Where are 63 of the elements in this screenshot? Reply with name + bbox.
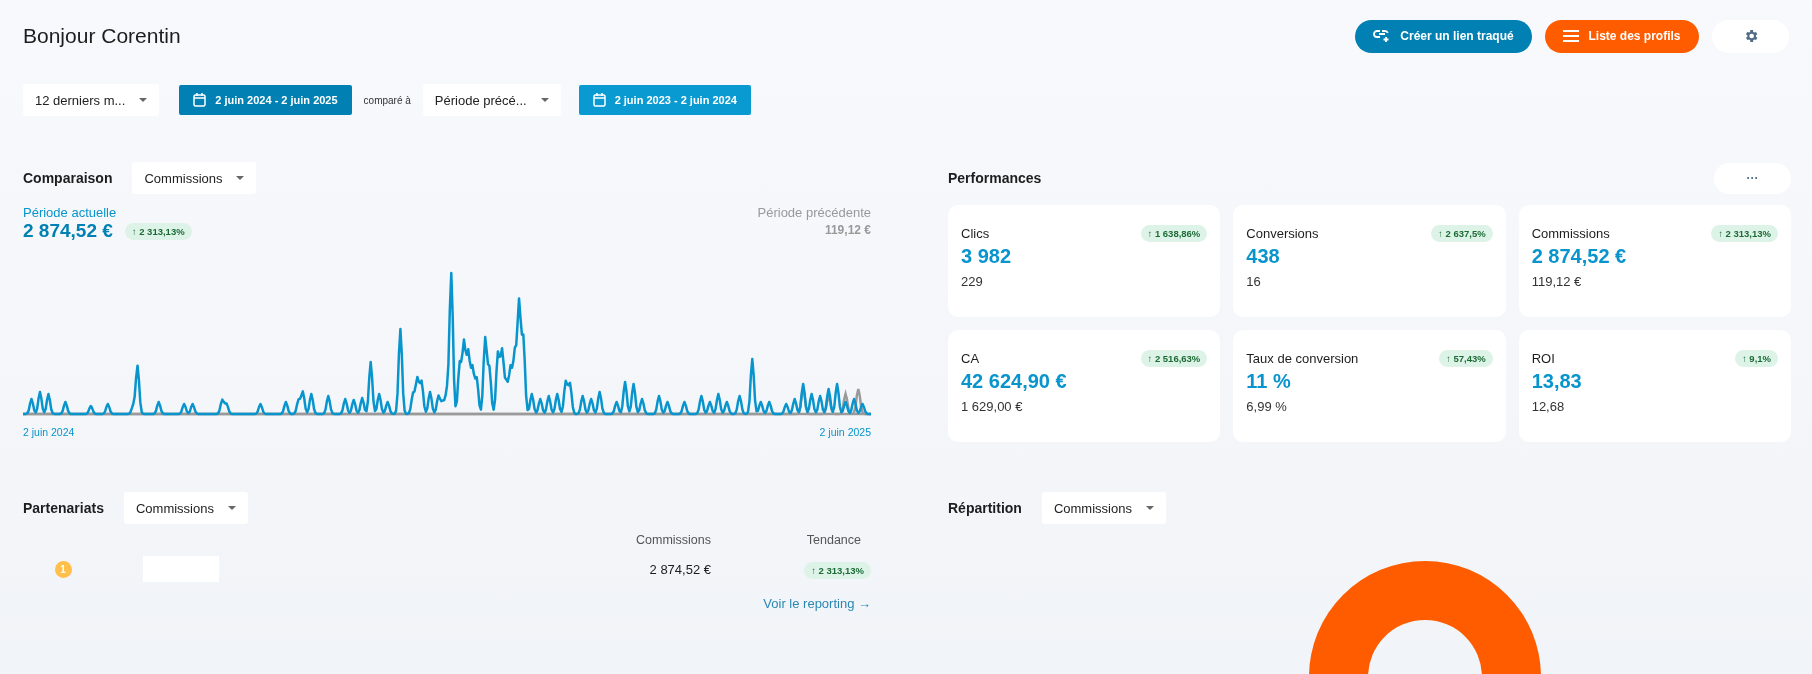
current-period-value: 2 874,52 € bbox=[23, 220, 113, 242]
trend-badge: ↑ 2 313,13% bbox=[1711, 225, 1778, 242]
metric-label: Clics bbox=[961, 226, 990, 241]
previous-period-value: 119,12 € bbox=[823, 223, 871, 237]
metric-previous-value: 12,68 bbox=[1531, 399, 1566, 414]
metric-value: 3 982 bbox=[961, 245, 1013, 268]
metric-label: Commissions bbox=[1531, 226, 1610, 241]
trend-badge: ↑ 9,1% bbox=[1734, 350, 1778, 367]
metric-previous-value: 1 629,00 € bbox=[961, 399, 1024, 414]
profiles-list-button[interactable]: Liste des profils bbox=[1545, 19, 1699, 53]
metric-previous-value: 16 bbox=[1246, 274, 1262, 289]
caret-icon bbox=[1145, 506, 1154, 510]
period-select[interactable]: 12 derniers m... bbox=[23, 84, 160, 116]
metric-label: CA bbox=[961, 351, 980, 366]
metric-select[interactable]: Commissions bbox=[132, 162, 257, 194]
more-button[interactable]: ··· bbox=[1714, 162, 1791, 194]
section-title: Comparaison bbox=[23, 170, 113, 186]
section-title: Performances bbox=[948, 170, 1042, 186]
previous-period-label: Période précédente bbox=[757, 205, 871, 220]
metric-label: Taux de conversion bbox=[1246, 351, 1359, 366]
section-title: Partenariats bbox=[23, 500, 104, 516]
metric-label: Conversions bbox=[1246, 226, 1319, 241]
axis-end-date: 2 juin 2025 bbox=[819, 426, 871, 438]
trend-badge: ↑ 2 516,63% bbox=[1140, 350, 1208, 367]
section-title: Répartition bbox=[948, 500, 1022, 516]
compare-label: comparé à bbox=[363, 94, 411, 106]
trend-badge: ↑ 2 313,13% bbox=[124, 222, 192, 240]
caret-icon bbox=[236, 176, 245, 180]
link-plus-icon bbox=[1373, 29, 1392, 43]
calendar-icon bbox=[193, 93, 207, 107]
create-link-button[interactable]: Créer un lien traqué bbox=[1355, 19, 1532, 53]
metric-value: 2 874,52 € bbox=[1531, 245, 1628, 268]
metric-previous-value: 229 bbox=[961, 274, 984, 289]
metric-value: 13,83 bbox=[1531, 370, 1583, 393]
metric-select[interactable]: Commissions bbox=[1041, 492, 1166, 524]
axis-start-date: 2 juin 2024 bbox=[23, 426, 75, 438]
trend-badge: ↑ 2 313,13% bbox=[804, 562, 871, 579]
caret-icon bbox=[540, 98, 549, 102]
calendar-icon bbox=[592, 93, 606, 107]
caret-icon bbox=[227, 506, 236, 510]
trend-badge: ↑ 57,43% bbox=[1439, 350, 1493, 367]
metric-value: 11 % bbox=[1246, 370, 1292, 393]
metric-previous-value: 119,12 € bbox=[1531, 274, 1583, 289]
trend-badge: ↑ 2 637,5% bbox=[1431, 225, 1493, 242]
date-range-button[interactable]: 2 juin 2024 - 2 juin 2025 bbox=[179, 85, 352, 115]
metric-value: 42 624,90 € bbox=[961, 370, 1068, 393]
report-link[interactable]: Voir le reporting → bbox=[763, 596, 871, 611]
menu-icon bbox=[1563, 30, 1580, 42]
metric-label: ROI bbox=[1531, 351, 1555, 366]
comparison-select[interactable]: Période précé... bbox=[422, 84, 561, 116]
date-range-button[interactable]: 2 juin 2023 - 2 juin 2024 bbox=[578, 85, 751, 115]
metric-value: 438 bbox=[1246, 245, 1281, 268]
caret-icon bbox=[139, 98, 148, 102]
column-header: Commissions bbox=[636, 533, 711, 547]
current-period-label: Période actuelle bbox=[23, 205, 118, 220]
trend-badge: ↑ 1 638,86% bbox=[1140, 225, 1208, 242]
settings-button[interactable] bbox=[1712, 19, 1789, 53]
metric-select[interactable]: Commissions bbox=[123, 492, 248, 524]
table-cell: 2 874,52 € bbox=[649, 561, 711, 577]
metric-previous-value: 6,99 % bbox=[1246, 399, 1288, 414]
column-header: Tendance bbox=[806, 533, 862, 547]
greeting: Bonjour Corentin bbox=[23, 24, 181, 48]
rank-badge: 1 bbox=[54, 560, 72, 578]
